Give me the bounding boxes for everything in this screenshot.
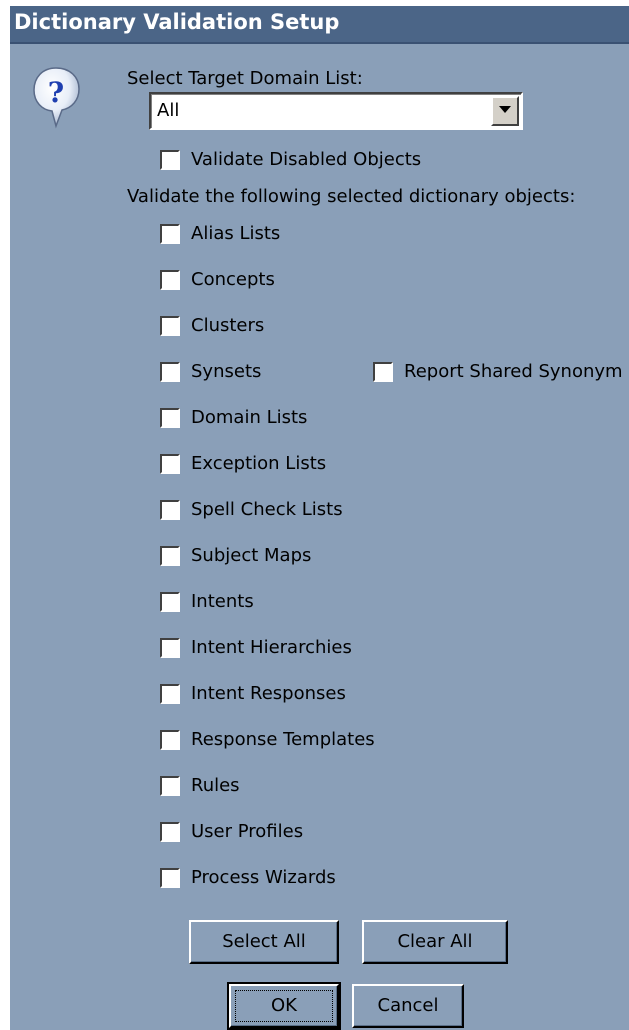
checkbox-label: Concepts [191,269,275,290]
checkbox-box[interactable] [160,868,180,888]
clear-all-button[interactable]: Clear All [362,920,508,964]
checkbox-label: Intents [191,591,254,612]
checkbox-label: Spell Check Lists [191,499,343,520]
checkbox-box[interactable] [160,684,180,704]
target-domain-select[interactable]: All [149,92,523,130]
checkbox-box[interactable] [160,270,180,290]
dropdown-button[interactable] [491,96,519,126]
select-all-button[interactable]: Select All [189,920,339,964]
checkbox-box[interactable] [373,362,393,382]
checkbox-box[interactable] [160,776,180,796]
cancel-button[interactable]: Cancel [352,984,464,1028]
checkbox-box[interactable] [160,592,180,612]
question-mark-balloon-icon: ? [32,64,82,136]
title-bar[interactable]: Dictionary Validation Setup [10,6,629,44]
checkbox-label: Alias Lists [191,223,281,244]
checkbox-box[interactable] [160,316,180,336]
checkbox-label: Response Templates [191,729,375,750]
clear-all-label: Clear All [397,931,473,952]
checkbox-label: Intent Responses [191,683,346,704]
checkbox-label: Clusters [191,315,265,336]
cancel-label: Cancel [377,995,439,1016]
checkbox-label: Exception Lists [191,453,327,474]
checkbox-label: Domain Lists [191,407,308,428]
checkbox-label: Subject Maps [191,545,312,566]
checkbox-box[interactable] [160,822,180,842]
checkbox-box[interactable] [160,454,180,474]
objects-heading: Validate the following selected dictiona… [127,186,576,207]
checkbox-box[interactable] [160,362,180,382]
checkbox-box[interactable] [160,500,180,520]
target-domain-value: All [157,100,180,121]
checkbox-box[interactable] [160,638,180,658]
checkbox-label: Synsets [191,361,262,382]
svg-text:?: ? [48,76,64,109]
checkbox-box[interactable] [160,150,180,170]
checkbox-label: Intent Hierarchies [191,637,352,658]
focus-rectangle [235,990,333,1022]
target-domain-label: Select Target Domain List: [127,68,363,89]
checkbox-label: Process Wizards [191,867,336,888]
chevron-down-icon [499,106,511,113]
ok-button[interactable]: OK [227,982,341,1030]
checkbox-box[interactable] [160,546,180,566]
checkbox-label: Rules [191,775,240,796]
checkbox-label: Validate Disabled Objects [191,149,422,170]
checkbox-box[interactable] [160,224,180,244]
dialog-window: Dictionary Validation Setup ? Select Tar… [10,6,629,1030]
window-title: Dictionary Validation Setup [14,10,340,34]
checkbox-box[interactable] [160,730,180,750]
select-all-label: Select All [222,931,306,952]
checkbox-label: User Profiles [191,821,304,842]
checkbox-label: Report Shared Synonym [404,361,623,382]
checkbox-box[interactable] [160,408,180,428]
